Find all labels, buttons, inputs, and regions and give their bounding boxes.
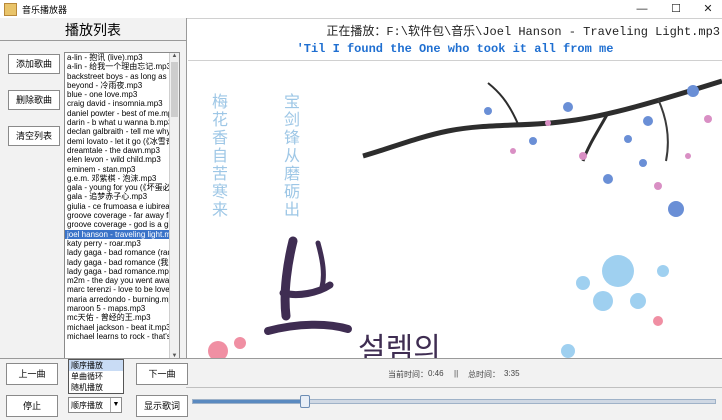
clear-list-button[interactable]: 清空列表 <box>8 126 60 146</box>
close-button[interactable]: ✕ <box>692 0 722 18</box>
playlist-item[interactable]: beyond - 冷雨夜.mp3 <box>65 81 171 90</box>
add-song-button[interactable]: 添加歌曲 <box>8 54 60 74</box>
minimize-button[interactable]: — <box>626 0 658 18</box>
playlist-item[interactable]: g.e.m. 邓紫棋 - 泡沫.mp3 <box>65 174 171 183</box>
poem-right: 宝剑锋从磨砺出 <box>281 93 300 219</box>
playlist-item[interactable]: gala - young for you (《坏蛋必死 <box>65 183 171 192</box>
lyric-line: 'Til I found the One who took it all fro… <box>296 42 614 56</box>
playlist-item[interactable]: daniel powter - best of me.mp3 <box>65 109 171 118</box>
mode-option-repeat-one[interactable]: 单曲循环 <box>69 371 123 382</box>
progress-thumb[interactable] <box>299 395 310 408</box>
scroll-up-icon[interactable]: ▲ <box>170 53 179 61</box>
app-icon <box>4 3 17 16</box>
playlist-item[interactable]: lady gaga - bad romance.mp3 <box>65 267 171 276</box>
control-divider <box>186 387 722 388</box>
playlist-item[interactable]: joel hanson - traveling light.mp3 <box>65 229 171 239</box>
playlist-item[interactable]: blue - one love.mp3 <box>65 90 171 99</box>
playlist-item[interactable]: craig david - insomnia.mp3 <box>65 99 171 108</box>
playlist-item[interactable]: mc天佑 - 曾经的王.mp3 <box>65 313 171 322</box>
playlist-item[interactable]: maria arredondo - burning.mp <box>65 295 171 304</box>
playlist-item[interactable]: giulia - ce frumoasa e iubirea ( <box>65 202 171 211</box>
scroll-thumb[interactable] <box>171 62 178 117</box>
playlist-item[interactable]: groove coverage - god is a girl <box>65 220 171 229</box>
korean-text: 설렘의 <box>358 332 441 359</box>
playlist-item[interactable]: lady gaga - bad romance (radi <box>65 248 171 257</box>
previous-button[interactable]: 上一曲 <box>6 363 58 385</box>
playlist-item[interactable]: marc terenzi - love to be loved <box>65 285 171 294</box>
playlist-item[interactable]: backstreet boys - as long as you <box>65 72 171 81</box>
maximize-button[interactable]: ☐ <box>660 0 692 18</box>
playlist-panel: 播放列表 添加歌曲 删除歌曲 清空列表 a-lin - 抱讯 (live).mp… <box>0 18 187 362</box>
playlist-item[interactable]: katy perry - roar.mp3 <box>65 239 171 248</box>
playlist-item[interactable]: demi lovato - let it go (《冰雪奇 <box>65 137 171 146</box>
playlist-scrollbar[interactable]: ▲ ▼ <box>169 53 179 361</box>
mode-option-shuffle[interactable]: 随机播放 <box>69 382 123 393</box>
playlist-item[interactable]: declan galbraith - tell me why.r <box>65 127 171 136</box>
title-bar: 音乐播放器 — ☐ ✕ <box>0 0 722 19</box>
playlist-item[interactable]: maroon 5 - maps.mp3 <box>65 304 171 313</box>
mode-option-sequential[interactable]: 顺序播放 <box>69 360 123 371</box>
playlist-item[interactable]: darin - b what u wanna b.mp3 <box>65 118 171 127</box>
playlist-item[interactable]: michael learns to rock - that's v <box>65 332 171 341</box>
playlist-divider <box>0 40 186 41</box>
playlist-items: a-lin - 抱讯 (live).mp3 a-lin - 给我一个理由忘记.mp… <box>65 53 179 341</box>
chevron-down-icon[interactable]: ▼ <box>110 398 121 412</box>
progress-fill <box>193 400 305 403</box>
playlist-item[interactable]: gala - 追梦赤子心.mp3 <box>65 192 171 201</box>
current-time-value: 0:46 <box>428 369 444 378</box>
playlist-item[interactable]: a-lin - 抱讯 (live).mp3 <box>65 53 171 62</box>
control-bar: 上一曲 下一曲 停止 显示歌词 顺序播放 单曲循环 随机播放 顺序播放 ▼ 当前… <box>0 358 722 420</box>
total-time-label: 总时间： <box>468 370 500 379</box>
playlist-item[interactable]: dreamtale - the dawn.mp3 <box>65 146 171 155</box>
play-mode-select[interactable]: 顺序播放 ▼ <box>68 397 122 413</box>
now-playing-label: 正在播放：F:\软件包\音乐\Joel Hanson - Traveling L… <box>326 25 720 39</box>
progress-track[interactable] <box>192 399 716 404</box>
playlist-item[interactable]: m2m - the day you went away <box>65 276 171 285</box>
album-artwork: 설렘의 梅花香自苦寒来 宝剑锋从磨砺出 <box>188 60 722 359</box>
stop-button[interactable]: 停止 <box>6 395 58 417</box>
delete-song-button[interactable]: 删除歌曲 <box>8 90 60 110</box>
playlist-item[interactable]: elen levon - wild child.mp3 <box>65 155 171 164</box>
poem-left: 梅花香自苦寒来 <box>209 93 228 219</box>
time-separator: || <box>454 369 459 378</box>
playlist-item[interactable]: a-lin - 给我一个理由忘记.mp3 <box>65 62 171 71</box>
artwork-illustration: 설렘의 <box>208 78 722 359</box>
playlist-item[interactable]: eminem - stan.mp3 <box>65 165 171 174</box>
playlist-item[interactable]: groove coverage - far away fron <box>65 211 171 220</box>
play-mode-value: 顺序播放 <box>71 401 103 410</box>
next-button[interactable]: 下一曲 <box>136 363 188 385</box>
playlist-item[interactable]: lady gaga - bad romance (我是 <box>65 258 171 267</box>
current-time-label: 当前时间： <box>388 370 428 379</box>
mode-dropdown-list[interactable]: 顺序播放 单曲循环 随机播放 <box>68 359 124 394</box>
playlist-list[interactable]: a-lin - 抱讯 (live).mp3 a-lin - 给我一个理由忘记.mp… <box>64 52 180 362</box>
playlist-item[interactable]: michael jackson - beat it.mp3 <box>65 323 171 332</box>
show-lyrics-button[interactable]: 显示歌词 <box>136 395 188 417</box>
playlist-title: 播放列表 <box>65 22 121 38</box>
window-title: 音乐播放器 <box>22 5 68 15</box>
total-time-value: 3:35 <box>504 369 520 378</box>
